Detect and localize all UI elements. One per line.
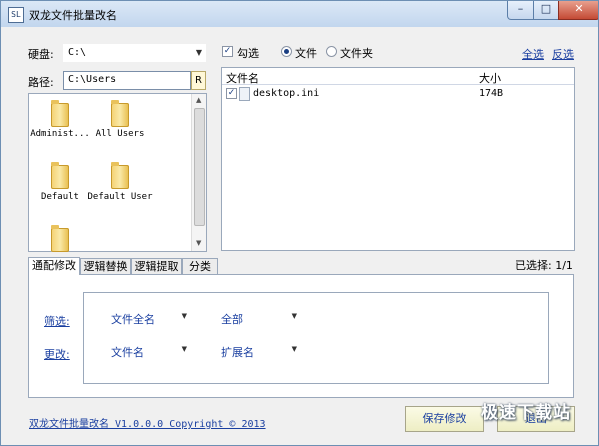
drive-value: C:\ (68, 47, 87, 58)
column-header-size[interactable]: 大小 (475, 68, 574, 85)
path-value: C:\Users (68, 74, 117, 85)
invert-selection-link[interactable]: 反选 (552, 46, 574, 62)
scroll-up-icon[interactable]: ▲ (196, 96, 201, 104)
folder-radio-label: 文件夹 (340, 47, 373, 60)
row-file-size: 174B (479, 88, 504, 99)
chevron-down-icon: ▼ (181, 345, 187, 353)
drive-select[interactable]: C:\ ▼ (63, 44, 206, 62)
main-window: SL 双龙文件批量改名 – □ ✕ 硬盘: C:\ ▼ 路径: C:\Users… (0, 0, 599, 446)
chevron-down-icon: ▼ (291, 345, 297, 353)
watermark-logo: 极速下载站 (481, 403, 571, 423)
save-changes-button[interactable]: 保存修改 (405, 406, 484, 432)
window-title: 双龙文件批量改名 (29, 9, 117, 22)
maximize-button[interactable]: □ (533, 1, 559, 20)
filter-value-value: 全部 (221, 313, 243, 326)
folder-icon (111, 162, 129, 189)
scroll-thumb[interactable] (194, 108, 205, 226)
change-value-value: 扩展名 (221, 346, 254, 359)
table-row[interactable]: ✓ desktop.ini 174B (222, 86, 574, 102)
footer-version[interactable]: 双龙文件批量改名 V1.0.0.0 Copyright © 2013 (29, 415, 266, 430)
chevron-down-icon: ▼ (195, 48, 202, 57)
change-field-value: 文件名 (111, 346, 144, 359)
selection-count: 已选择: 1/1 (515, 259, 573, 272)
folder-icon (111, 100, 129, 127)
select-all-link[interactable]: 全选 (522, 46, 544, 62)
drive-label: 硬盘: (28, 48, 54, 61)
rules-box (83, 292, 549, 384)
chevron-down-icon: ▼ (291, 312, 297, 320)
path-input[interactable]: C:\Users (63, 71, 191, 90)
filter-field-select[interactable]: 文件全名 ▼ (109, 310, 189, 326)
tab-logic-replace[interactable]: 逻辑替换 (80, 258, 131, 275)
close-button[interactable]: ✕ (558, 1, 598, 20)
change-rule-label[interactable]: 更改: (44, 346, 70, 362)
tab-wildcard-modify[interactable]: 通配修改 (28, 257, 80, 275)
filter-rule-label[interactable]: 筛选: (44, 313, 70, 329)
minimize-button[interactable]: – (507, 1, 534, 20)
title-bar[interactable]: SL 双龙文件批量改名 – □ ✕ (1, 1, 598, 27)
tab-classify[interactable]: 分类 (182, 258, 218, 275)
folder-icon (51, 162, 69, 189)
file-list: 文件名 大小 ✓ desktop.ini 174B (221, 67, 575, 251)
chevron-down-icon: ▼ (181, 312, 187, 320)
row-file-name: desktop.ini (253, 88, 320, 99)
column-header-name[interactable]: 文件名 (222, 68, 476, 85)
path-label: 路径: (28, 76, 54, 89)
change-field-select[interactable]: 文件名 ▼ (109, 343, 189, 359)
row-checkbox[interactable]: ✓ (226, 88, 237, 99)
folder-name[interactable]: Default User (85, 192, 155, 202)
folder-name[interactable]: All Users (85, 129, 155, 139)
tab-panel: 筛选: 文件全名 ▼ 全部 ▼ 更改: 文件名 ▼ 扩展名 ▼ (28, 274, 574, 398)
tab-logic-extract[interactable]: 逻辑提取 (131, 258, 182, 275)
app-icon: SL (8, 7, 24, 23)
folder-icon (51, 100, 69, 127)
change-value-select[interactable]: 扩展名 ▼ (219, 343, 299, 359)
folder-panel: Administ... All Users Default Default Us… (28, 93, 207, 252)
scroll-down-icon[interactable]: ▼ (196, 239, 201, 247)
folder-scrollbar[interactable]: ▲ ▼ (191, 94, 206, 251)
folder-radio[interactable] (326, 46, 337, 57)
folder-icon (51, 225, 69, 252)
file-icon (239, 87, 250, 101)
file-radio-label: 文件 (295, 47, 317, 60)
refresh-button[interactable]: R (191, 71, 206, 90)
filter-value-select[interactable]: 全部 ▼ (219, 310, 299, 326)
file-radio[interactable] (281, 46, 292, 57)
check-toggle-checkbox[interactable]: ✓ (222, 46, 233, 57)
check-label: 勾选 (237, 47, 259, 60)
filter-field-value: 文件全名 (111, 313, 155, 326)
